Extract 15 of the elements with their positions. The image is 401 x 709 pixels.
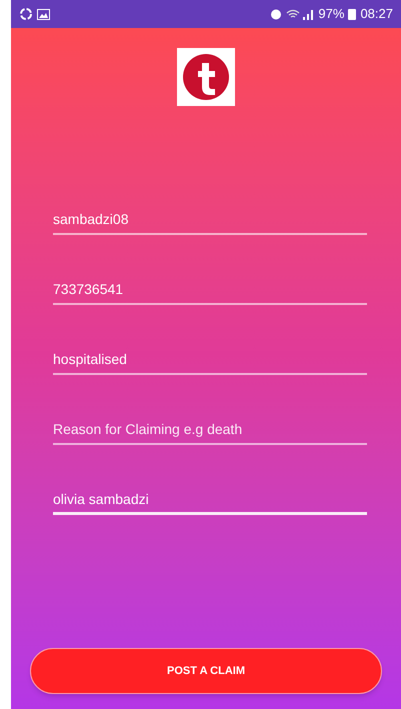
clock-time: 08:27 [360, 5, 393, 24]
battery-icon [348, 8, 356, 20]
wifi-icon [286, 8, 300, 20]
battery-percentage: 97% [318, 5, 344, 24]
app-logo [177, 48, 235, 106]
input-field[interactable]: sambadzi08 [53, 209, 367, 235]
input-field[interactable]: hospitalised [53, 349, 367, 375]
alarm-icon [270, 8, 282, 20]
signal-icon [302, 8, 314, 20]
image-icon [37, 8, 50, 20]
input-field[interactable]: olivia sambadzi [53, 489, 367, 515]
sync-icon [19, 7, 33, 21]
post-claim-button[interactable]: POST A CLAIM [30, 648, 382, 694]
input-field[interactable]: Reason for Claiming e.g death [53, 419, 367, 445]
input-field[interactable]: 733736541 [53, 279, 367, 305]
